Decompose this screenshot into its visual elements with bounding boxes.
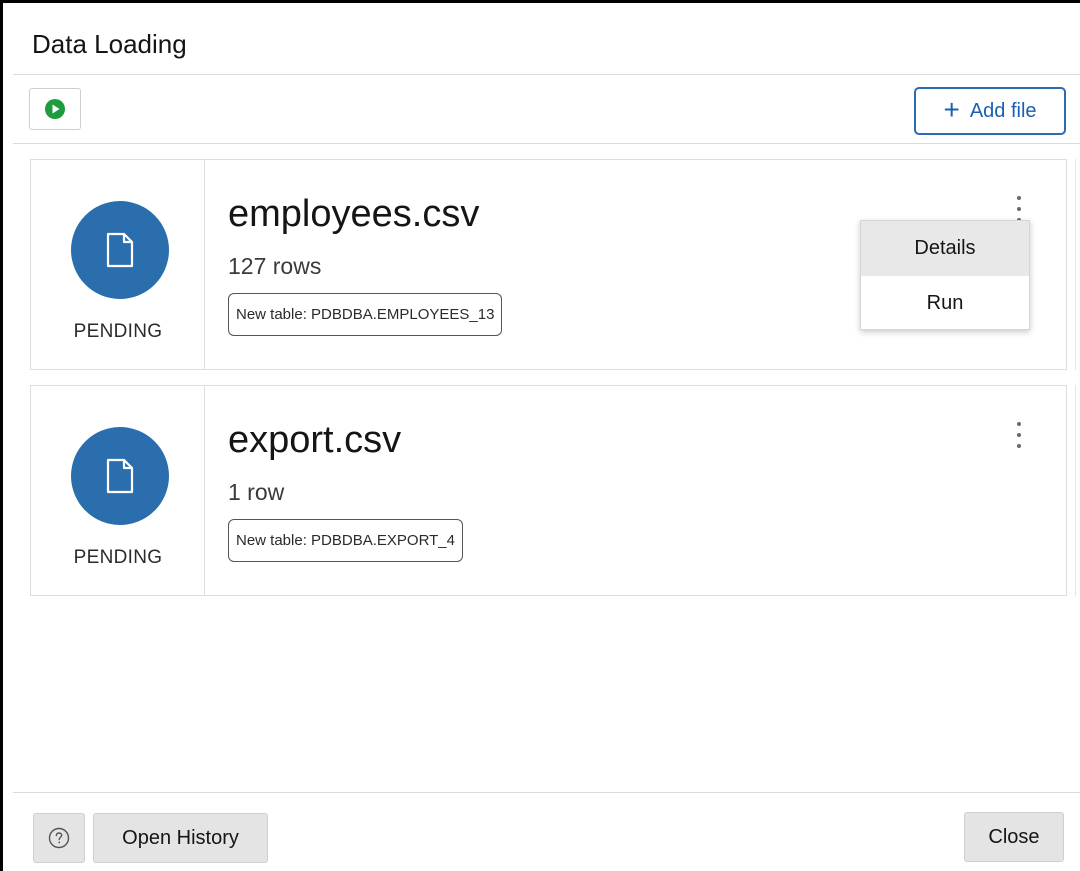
help-icon bbox=[48, 827, 70, 849]
close-button[interactable]: Close bbox=[964, 812, 1064, 862]
add-file-button[interactable]: + Add file bbox=[914, 87, 1066, 135]
title-bar: Data Loading bbox=[13, 3, 1080, 75]
play-circle-icon bbox=[45, 99, 65, 119]
row-count: 1 row bbox=[228, 479, 285, 505]
target-table-badge: New table: PDBDBA.EXPORT_4 bbox=[228, 519, 463, 562]
row-count: 127 rows bbox=[228, 253, 322, 279]
file-icon-circle bbox=[71, 427, 169, 525]
toolbar: + Add file bbox=[13, 78, 1080, 144]
file-icon bbox=[106, 458, 134, 494]
scroll-edge bbox=[1075, 385, 1076, 596]
dialog-title: Data Loading bbox=[32, 29, 187, 59]
status-label: PENDING bbox=[73, 547, 163, 568]
file-status-panel: PENDING bbox=[31, 386, 205, 595]
target-table-badge: New table: PDBDBA.EMPLOYEES_13 bbox=[228, 293, 503, 336]
menu-item-details[interactable]: Details bbox=[861, 221, 1029, 276]
scroll-edge bbox=[1075, 159, 1076, 370]
data-loading-dialog: Data Loading + Add file PENDING employee… bbox=[0, 0, 1080, 871]
help-button[interactable] bbox=[33, 813, 85, 863]
more-actions-icon[interactable] bbox=[1009, 420, 1029, 450]
open-history-button[interactable]: Open History bbox=[93, 813, 268, 863]
run-all-button[interactable] bbox=[29, 88, 81, 130]
file-icon bbox=[106, 232, 134, 268]
file-context-menu: Details Run bbox=[860, 220, 1030, 330]
file-name: export.csv bbox=[228, 419, 402, 461]
file-status-panel: PENDING bbox=[31, 160, 205, 369]
status-label: PENDING bbox=[73, 321, 163, 342]
add-file-label: Add file bbox=[969, 99, 1037, 122]
menu-item-run[interactable]: Run bbox=[861, 276, 1029, 331]
file-card-export[interactable]: PENDING export.csv 1 row New table: PDBD… bbox=[30, 385, 1067, 596]
file-icon-circle bbox=[71, 201, 169, 299]
file-name: employees.csv bbox=[228, 193, 480, 235]
plus-icon: + bbox=[943, 93, 960, 125]
dialog-footer: Open History Close bbox=[13, 792, 1080, 871]
